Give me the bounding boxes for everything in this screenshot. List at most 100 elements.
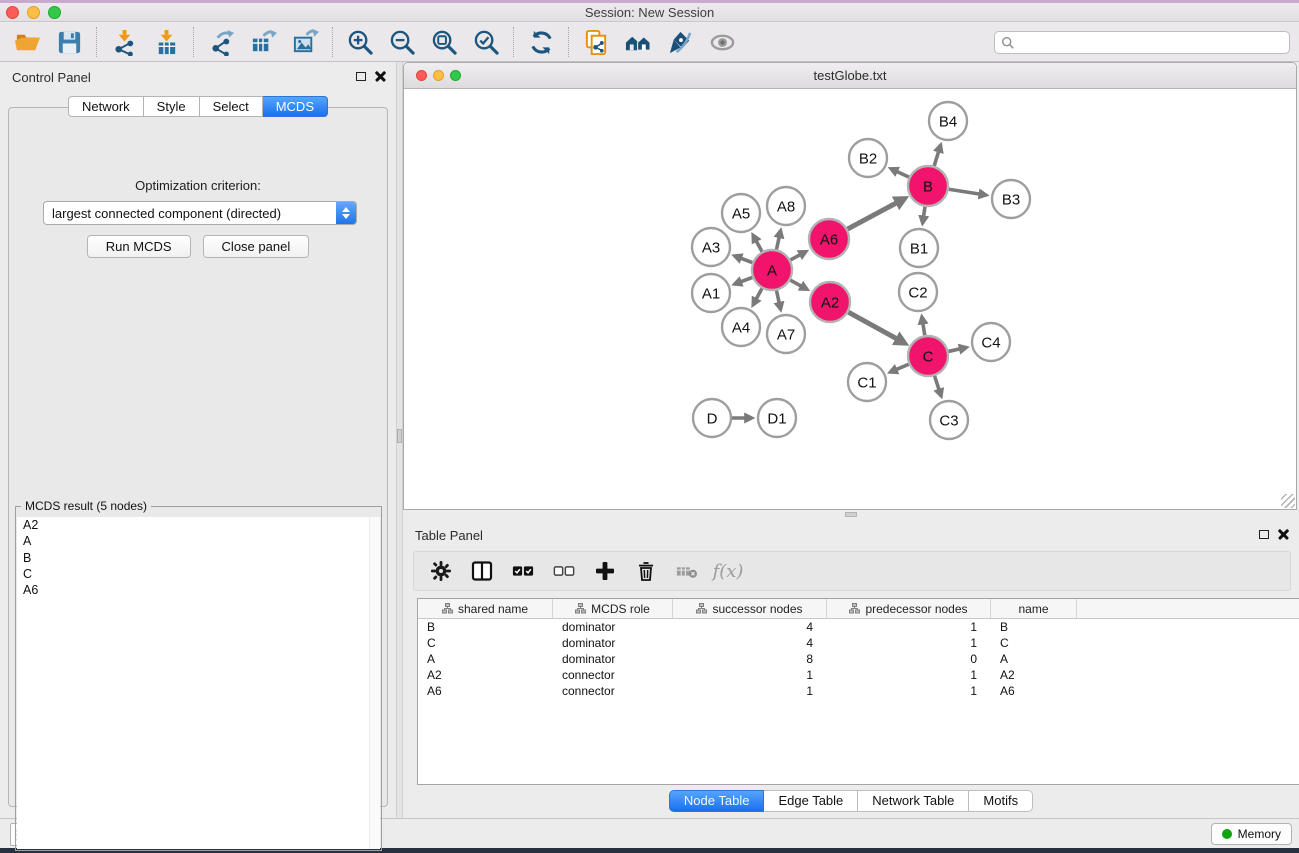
table-cell[interactable]: A2 xyxy=(418,668,553,682)
column-header-successor-nodes[interactable]: successor nodes xyxy=(673,599,827,618)
column-layout-button[interactable] xyxy=(469,558,495,584)
horizontal-divider-grip[interactable] xyxy=(845,512,857,517)
run-mcds-button[interactable]: Run MCDS xyxy=(87,235,191,258)
delete-columns-button[interactable] xyxy=(674,558,700,584)
import-table-button[interactable] xyxy=(149,26,183,58)
show-annotations-button[interactable] xyxy=(663,26,697,58)
float-table-panel-icon[interactable] xyxy=(1259,530,1269,539)
edge-C-C1[interactable] xyxy=(890,364,909,372)
table-cell[interactable]: 1 xyxy=(827,684,991,698)
table-cell[interactable]: 1 xyxy=(827,636,991,650)
tab-style[interactable]: Style xyxy=(144,96,200,117)
copy-network-button[interactable] xyxy=(579,26,613,58)
panel-divider-grip[interactable] xyxy=(397,429,402,443)
table-cell[interactable]: C xyxy=(418,636,553,650)
mcds-result-item[interactable]: B xyxy=(17,550,380,566)
search-input[interactable] xyxy=(1015,33,1289,52)
zoom-fit-button[interactable] xyxy=(427,26,461,58)
panel-divider[interactable] xyxy=(396,62,403,818)
export-image-button[interactable] xyxy=(288,26,322,58)
network-node-A5[interactable]: A5 xyxy=(722,194,760,232)
table-cell[interactable]: A2 xyxy=(991,668,1077,682)
table-row[interactable]: Bdominator41B xyxy=(418,619,1299,635)
close-table-panel-icon[interactable] xyxy=(1278,529,1289,540)
table-cell[interactable]: A6 xyxy=(418,684,553,698)
table-cell[interactable]: connector xyxy=(553,684,673,698)
edge-C-C3[interactable] xyxy=(935,376,942,396)
network-node-B[interactable]: B xyxy=(908,166,948,206)
table-cell[interactable]: 8 xyxy=(673,652,827,666)
zoom-in-button[interactable] xyxy=(343,26,377,58)
edge-A-A8[interactable] xyxy=(776,230,780,249)
edge-A-A5[interactable] xyxy=(753,235,762,252)
export-network-button[interactable] xyxy=(204,26,238,58)
table-cell[interactable]: 1 xyxy=(827,620,991,634)
add-row-button[interactable] xyxy=(592,558,618,584)
memory-button[interactable]: Memory xyxy=(1211,823,1292,845)
table-cell[interactable]: A xyxy=(991,652,1077,666)
edge-A-A1[interactable] xyxy=(734,277,752,284)
edge-B-B2[interactable] xyxy=(891,169,909,178)
open-session-button[interactable] xyxy=(10,26,44,58)
close-panel-icon[interactable] xyxy=(375,71,386,82)
refresh-layout-button[interactable] xyxy=(524,26,558,58)
tab-network-table[interactable]: Network Table xyxy=(858,790,969,812)
import-network-button[interactable] xyxy=(107,26,141,58)
tab-select[interactable]: Select xyxy=(200,96,263,117)
network-node-C4[interactable]: C4 xyxy=(972,323,1010,361)
network-node-D1[interactable]: D1 xyxy=(758,399,796,437)
column-header-name[interactable]: name xyxy=(991,599,1077,618)
table-cell[interactable]: 4 xyxy=(673,636,827,650)
table-cell[interactable]: A6 xyxy=(991,684,1077,698)
tab-network[interactable]: Network xyxy=(68,96,144,117)
float-panel-icon[interactable] xyxy=(356,72,366,81)
table-cell[interactable]: dominator xyxy=(553,620,673,634)
tab-edge-table[interactable]: Edge Table xyxy=(764,790,858,812)
edge-A-A3[interactable] xyxy=(734,256,752,263)
table-cell[interactable]: B xyxy=(418,620,553,634)
tab-motifs[interactable]: Motifs xyxy=(969,790,1033,812)
tab-node-table[interactable]: Node Table xyxy=(669,790,765,812)
network-node-C2[interactable]: C2 xyxy=(899,273,937,311)
table-cell[interactable]: 1 xyxy=(673,684,827,698)
table-cell[interactable]: dominator xyxy=(553,652,673,666)
zoom-out-button[interactable] xyxy=(385,26,419,58)
save-session-button[interactable] xyxy=(52,26,86,58)
window-titlebar[interactable]: Session: New Session xyxy=(0,3,1299,22)
table-row[interactable]: A6connector11A6 xyxy=(418,683,1299,699)
network-graph[interactable]: B4B2BB3A8A5A6A3B1AA1C2A2A4A7C4CC1C3DD1 xyxy=(404,89,1296,509)
tab-mcds[interactable]: MCDS xyxy=(263,96,328,117)
network-node-C[interactable]: C xyxy=(908,336,948,376)
delete-rows-button[interactable] xyxy=(633,558,659,584)
table-cell[interactable]: A xyxy=(418,652,553,666)
edge-C-C4[interactable] xyxy=(948,347,966,351)
edge-B-B4[interactable] xyxy=(934,145,940,166)
edge-A2-C[interactable] xyxy=(848,312,905,343)
select-all-rows-button[interactable] xyxy=(510,558,536,584)
deselect-all-rows-button[interactable] xyxy=(551,558,577,584)
mcds-result-item[interactable]: C xyxy=(17,566,380,582)
table-cell[interactable]: connector xyxy=(553,668,673,682)
mcds-result-item[interactable]: A xyxy=(17,533,380,549)
table-cell[interactable]: dominator xyxy=(553,636,673,650)
network-canvas[interactable]: B4B2BB3A8A5A6A3B1AA1C2A2A4A7C4CC1C3DD1 xyxy=(404,89,1296,509)
network-node-A8[interactable]: A8 xyxy=(767,187,805,225)
cyndex-browser-button[interactable] xyxy=(621,26,655,58)
network-node-B3[interactable]: B3 xyxy=(992,180,1030,218)
window-resize-grip[interactable] xyxy=(1281,494,1295,508)
edge-B-B1[interactable] xyxy=(923,207,925,223)
edge-B-B3[interactable] xyxy=(949,189,987,195)
edge-A-A4[interactable] xyxy=(753,288,762,305)
network-node-A2[interactable]: A2 xyxy=(810,282,850,322)
network-node-A[interactable]: A xyxy=(752,250,792,290)
edge-A-A7[interactable] xyxy=(776,291,780,310)
network-node-B4[interactable]: B4 xyxy=(929,102,967,140)
network-node-A1[interactable]: A1 xyxy=(692,274,730,312)
table-cell[interactable]: 4 xyxy=(673,620,827,634)
zoom-selected-button[interactable] xyxy=(469,26,503,58)
network-node-A3[interactable]: A3 xyxy=(692,228,730,266)
network-node-B2[interactable]: B2 xyxy=(849,139,887,177)
mcds-result-item[interactable]: A2 xyxy=(17,517,380,533)
birds-eye-view-button[interactable] xyxy=(705,26,739,58)
network-node-C1[interactable]: C1 xyxy=(848,363,886,401)
